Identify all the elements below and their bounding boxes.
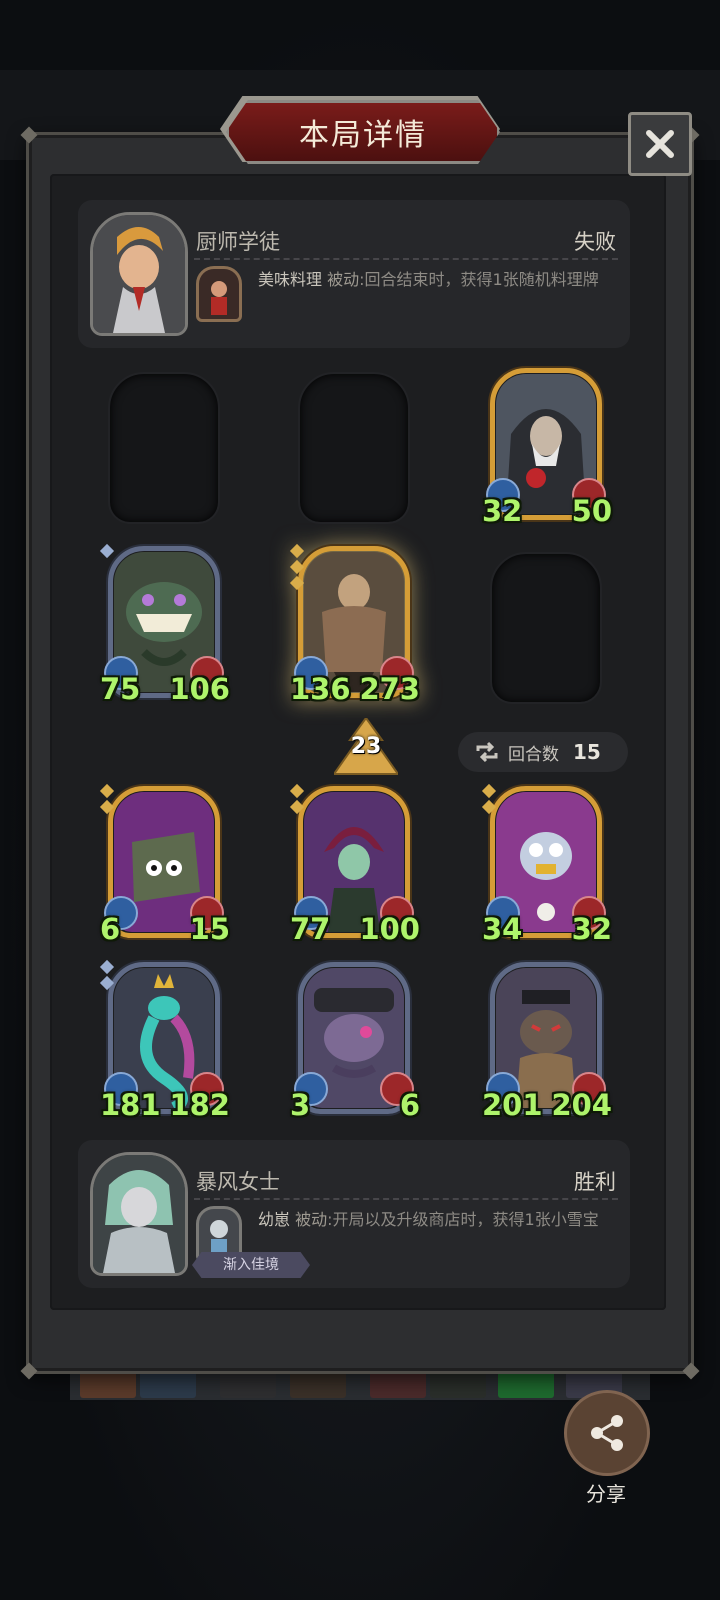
minion-card[interactable]: 34 32: [481, 783, 612, 946]
player-card: 暴风女士 胜利 幼崽 被动:开局以及升级商店时，获得1张小雪宝 渐入佳境: [78, 1140, 630, 1288]
hero-skill-text: 幼崽 被动:开局以及升级商店时，获得1张小雪宝: [258, 1208, 618, 1232]
minion-card[interactable]: 136 273: [289, 543, 420, 706]
divider: [194, 258, 618, 260]
minion-health: 32: [571, 912, 612, 946]
skill-type: 被动: [295, 1210, 328, 1229]
close-icon: [646, 130, 674, 158]
turn-counter: 回合数 15: [458, 732, 628, 772]
minion-health: 182: [169, 1088, 230, 1122]
tavern-tier-indicator: 23: [332, 716, 400, 778]
empty-minion-slot: [108, 372, 220, 524]
minion-card[interactable]: 3 6: [290, 962, 420, 1122]
minion-health: 106: [169, 672, 230, 706]
share-icon: [591, 1415, 623, 1451]
minion-health: 15: [189, 912, 230, 946]
hero-skill-icon: [196, 266, 242, 322]
player-name: 暴风女士: [196, 1170, 280, 1194]
minion-health: 273: [359, 672, 420, 706]
player-result: 胜利: [574, 1170, 616, 1194]
minion-health: 50: [571, 494, 612, 528]
title-banner: 本局详情: [226, 100, 500, 164]
opponent-name: 厨师学徒: [196, 230, 280, 254]
turn-counter-label: 回合数: [508, 744, 559, 765]
skill-name: 幼崽: [258, 1210, 291, 1229]
share-label: 分享: [586, 1482, 626, 1506]
tavern-tier-value: 23: [350, 734, 382, 759]
empty-minion-slot: [490, 552, 602, 704]
minion-card[interactable]: 77 100: [289, 783, 420, 946]
minion-health: 6: [399, 1088, 420, 1122]
minion-attack: 32: [482, 494, 523, 528]
minion-card[interactable]: 6 15: [99, 783, 230, 946]
share-button[interactable]: [564, 1390, 650, 1476]
repeat-icon: [476, 741, 498, 763]
hero-skill-text: 美味料理 被动:回合结束时，获得1张随机料理牌: [258, 268, 618, 292]
minion-attack: 136: [290, 672, 351, 706]
player-portrait: [90, 1152, 188, 1276]
minion-attack: 181: [100, 1088, 161, 1122]
skill-description: :开局以及升级商店时，获得1张小雪宝: [327, 1210, 599, 1229]
minion-health: 204: [551, 1088, 612, 1122]
divider: [194, 1198, 618, 1200]
minion-attack: 34: [482, 912, 523, 946]
page-title: 本局详情: [299, 118, 427, 153]
minion-card[interactable]: 201 204: [482, 962, 612, 1122]
opponent-result: 失败: [574, 230, 616, 254]
close-button[interactable]: [628, 112, 692, 176]
minion-health: 100: [359, 912, 420, 946]
minion-attack: 201: [482, 1088, 543, 1122]
minion-card[interactable]: 75 106: [99, 543, 230, 706]
skill-name: 美味料理: [258, 270, 323, 289]
minion-card[interactable]: 181 182: [99, 959, 230, 1122]
minion-attack: 6: [100, 912, 121, 946]
minion-attack: 3: [290, 1088, 311, 1122]
minion-attack: 75: [100, 672, 141, 706]
minion-attack: 77: [290, 912, 331, 946]
turn-counter-value: 15: [573, 740, 601, 764]
skill-type: 被动: [327, 270, 360, 289]
player-title-tag: 渐入佳境: [192, 1252, 310, 1278]
opponent-portrait: [90, 212, 188, 336]
skill-description: :回合结束时，获得1张随机料理牌: [359, 270, 599, 289]
empty-minion-slot: [298, 372, 410, 524]
opponent-card: 厨师学徒 失败 美味料理 被动:回合结束时，获得1张随机料理牌: [78, 200, 630, 348]
minion-card[interactable]: 32 50: [482, 368, 612, 528]
